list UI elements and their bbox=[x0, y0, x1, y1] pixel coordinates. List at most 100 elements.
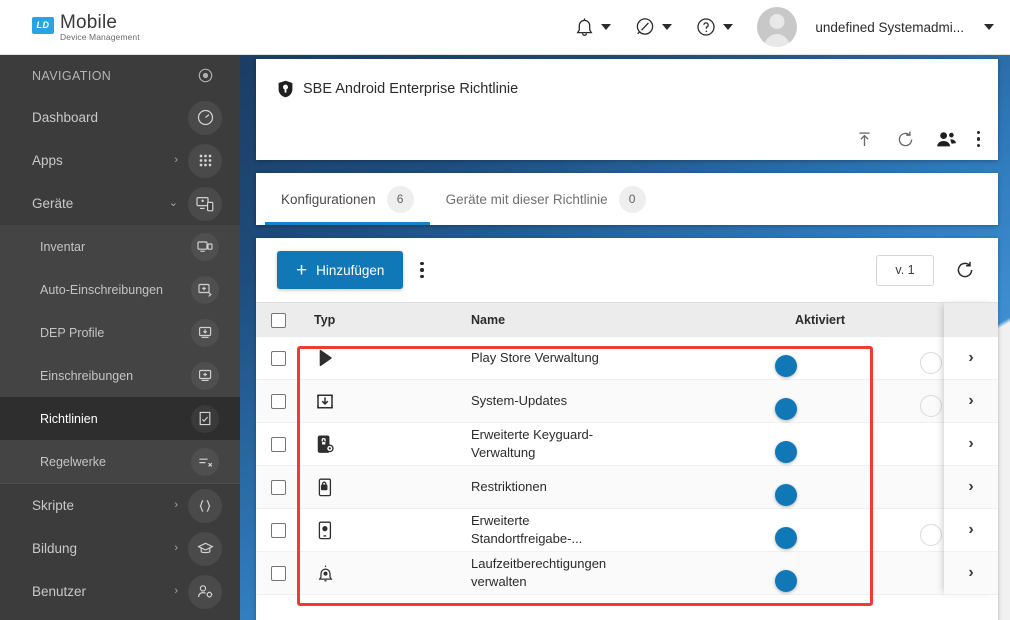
chevron-right-icon: › bbox=[174, 585, 178, 597]
assign-users-icon[interactable] bbox=[936, 128, 958, 150]
hidden-status-indicator bbox=[920, 395, 942, 417]
logo-title: Mobile bbox=[60, 11, 118, 33]
question-circle-icon bbox=[696, 17, 716, 37]
table-toolbar: + Hinzufügen v. 1 bbox=[256, 238, 998, 302]
sidebar-item-benutzer[interactable]: Benutzer › bbox=[0, 570, 240, 613]
enroll-plus-icon bbox=[191, 361, 219, 390]
select-all-checkbox[interactable] bbox=[271, 312, 286, 328]
hidden-status-indicator bbox=[920, 524, 942, 546]
sync-icon[interactable] bbox=[895, 128, 917, 150]
more-menu-icon[interactable] bbox=[976, 130, 980, 148]
restrictions-lock-icon bbox=[314, 476, 336, 498]
row-type-cell bbox=[301, 562, 471, 584]
chevron-down-icon bbox=[662, 24, 673, 30]
sidebar-item-skripte[interactable]: Skripte › bbox=[0, 484, 240, 527]
application-root: LD Mobile Device Management undefined Sy… bbox=[0, 0, 1010, 620]
row-checkbox[interactable] bbox=[271, 393, 286, 409]
page-title: SBE Android Enterprise Richtlinie bbox=[303, 81, 519, 97]
sidebar-item-label: Auto-Einschreibungen bbox=[40, 282, 163, 297]
refresh-icon[interactable] bbox=[954, 259, 976, 281]
sidebar-item-einschreibungen[interactable]: Einschreibungen bbox=[0, 354, 240, 397]
sidebar-item-richtlinien[interactable]: Richtlinien bbox=[0, 397, 240, 440]
tab-count-badge: 0 bbox=[618, 185, 646, 213]
table-row[interactable]: System-Updates bbox=[256, 380, 998, 423]
column-header-name[interactable]: Name bbox=[471, 313, 795, 327]
column-header-typ[interactable]: Typ bbox=[301, 313, 471, 327]
table-row[interactable]: Restriktionen bbox=[256, 466, 998, 509]
sidebar-item-apps[interactable]: Apps › bbox=[0, 139, 240, 182]
sidebar-item-geraete[interactable]: Geräte ⌄ bbox=[0, 182, 240, 225]
row-select-cell bbox=[256, 393, 301, 409]
chevron-down-icon bbox=[984, 24, 994, 30]
help-menu[interactable] bbox=[684, 17, 745, 37]
tab-geraete-mit-dieser-richtlinie[interactable]: Geräte mit dieser Richtlinie 0 bbox=[430, 173, 662, 225]
sidebar-item-regelwerke[interactable]: Regelwerke bbox=[0, 440, 240, 483]
row-detail-button[interactable]: › bbox=[944, 466, 998, 509]
activity-menu[interactable] bbox=[623, 17, 684, 37]
brand-logo[interactable]: LD Mobile Device Management bbox=[32, 13, 140, 42]
sidebar-subgroup-geraete: Inventar Auto-Einschreibungen DEP Profil… bbox=[0, 225, 240, 483]
row-detail-button[interactable]: › bbox=[944, 423, 998, 466]
notifications-menu[interactable] bbox=[563, 17, 623, 38]
tab-label: Konfigurationen bbox=[281, 191, 376, 207]
row-select-cell bbox=[256, 565, 301, 581]
play-store-icon bbox=[314, 347, 336, 369]
configuration-name: Erweiterte Keyguard- Verwaltung bbox=[471, 427, 594, 460]
sidebar-header: NAVIGATION bbox=[0, 55, 240, 96]
table-row[interactable]: Laufzeitberechtigungen verwalten bbox=[256, 552, 998, 595]
chevron-down-icon bbox=[723, 24, 734, 30]
tab-label: Geräte mit dieser Richtlinie bbox=[445, 191, 608, 207]
table-row[interactable]: Erweiterte Standortfreigabe-... bbox=[256, 509, 998, 552]
row-checkbox[interactable] bbox=[271, 479, 286, 495]
sidebar-item-dashboard[interactable]: Dashboard bbox=[0, 96, 240, 139]
kebab-menu-icon[interactable] bbox=[420, 261, 424, 279]
configurations-table: Typ Name Aktiviert Play Store Verwaltung… bbox=[256, 302, 998, 595]
row-checkbox[interactable] bbox=[271, 436, 286, 452]
sidebar-item-inventar[interactable]: Inventar bbox=[0, 225, 240, 268]
row-checkbox[interactable] bbox=[271, 522, 286, 538]
row-detail-button[interactable]: › bbox=[944, 509, 998, 552]
tabs-card: Konfigurationen 6 Geräte mit dieser Rich… bbox=[256, 173, 998, 225]
sidebar-item-label: Geräte bbox=[32, 196, 74, 211]
table-header-row: Typ Name Aktiviert bbox=[256, 302, 998, 337]
chevron-right-icon: › bbox=[968, 478, 974, 495]
target-icon[interactable] bbox=[188, 59, 222, 93]
sidebar-item-bildung[interactable]: Bildung › bbox=[0, 527, 240, 570]
row-detail-button[interactable]: › bbox=[944, 337, 998, 380]
tab-konfigurationen[interactable]: Konfigurationen 6 bbox=[265, 173, 430, 225]
row-name-cell: Restriktionen bbox=[471, 478, 795, 496]
row-type-cell bbox=[301, 476, 471, 498]
chevron-right-icon: › bbox=[174, 542, 178, 554]
version-select[interactable]: v. 1 bbox=[876, 254, 934, 286]
user-menu[interactable]: undefined Systemadmi... bbox=[745, 7, 994, 47]
column-header-aktiviert[interactable]: Aktiviert bbox=[795, 313, 945, 327]
table-row[interactable]: Play Store Verwaltung bbox=[256, 337, 998, 380]
sidebar-item-dep-profile[interactable]: DEP Profile bbox=[0, 311, 240, 354]
main-content: SBE Android Enterprise Richtlinie Konfig… bbox=[240, 55, 1010, 620]
chevron-right-icon: › bbox=[174, 154, 178, 166]
chevron-right-icon: › bbox=[968, 564, 974, 581]
configuration-name: Play Store Verwaltung bbox=[471, 350, 599, 365]
auto-enroll-icon bbox=[191, 275, 219, 304]
sidebar-item-label: Richtlinien bbox=[40, 411, 98, 426]
row-checkbox[interactable] bbox=[271, 565, 286, 581]
row-select-cell bbox=[256, 350, 301, 366]
add-button-label: Hinzufügen bbox=[316, 262, 385, 278]
row-detail-button[interactable]: › bbox=[944, 552, 998, 595]
chevron-right-icon: › bbox=[968, 392, 974, 409]
sidebar-item-auto-einschreibungen[interactable]: Auto-Einschreibungen bbox=[0, 268, 240, 311]
graduation-cap-icon bbox=[188, 531, 222, 566]
topbar-actions: undefined Systemadmi... bbox=[563, 0, 1010, 54]
sidebar-item-label: Inventar bbox=[40, 239, 86, 254]
bell-icon bbox=[575, 17, 594, 38]
chevron-right-icon: › bbox=[968, 349, 974, 366]
sidebar-item-label: Bildung bbox=[32, 541, 78, 556]
toolbar-right-group: v. 1 bbox=[876, 254, 976, 286]
sidebar-item-label: DEP Profile bbox=[40, 325, 105, 340]
row-checkbox[interactable] bbox=[271, 350, 286, 366]
inventory-icon bbox=[191, 232, 219, 261]
publish-icon[interactable] bbox=[854, 128, 876, 150]
table-row[interactable]: Erweiterte Keyguard- Verwaltung bbox=[256, 423, 998, 466]
row-detail-button[interactable]: › bbox=[944, 380, 998, 423]
add-button[interactable]: + Hinzufügen bbox=[277, 251, 404, 289]
